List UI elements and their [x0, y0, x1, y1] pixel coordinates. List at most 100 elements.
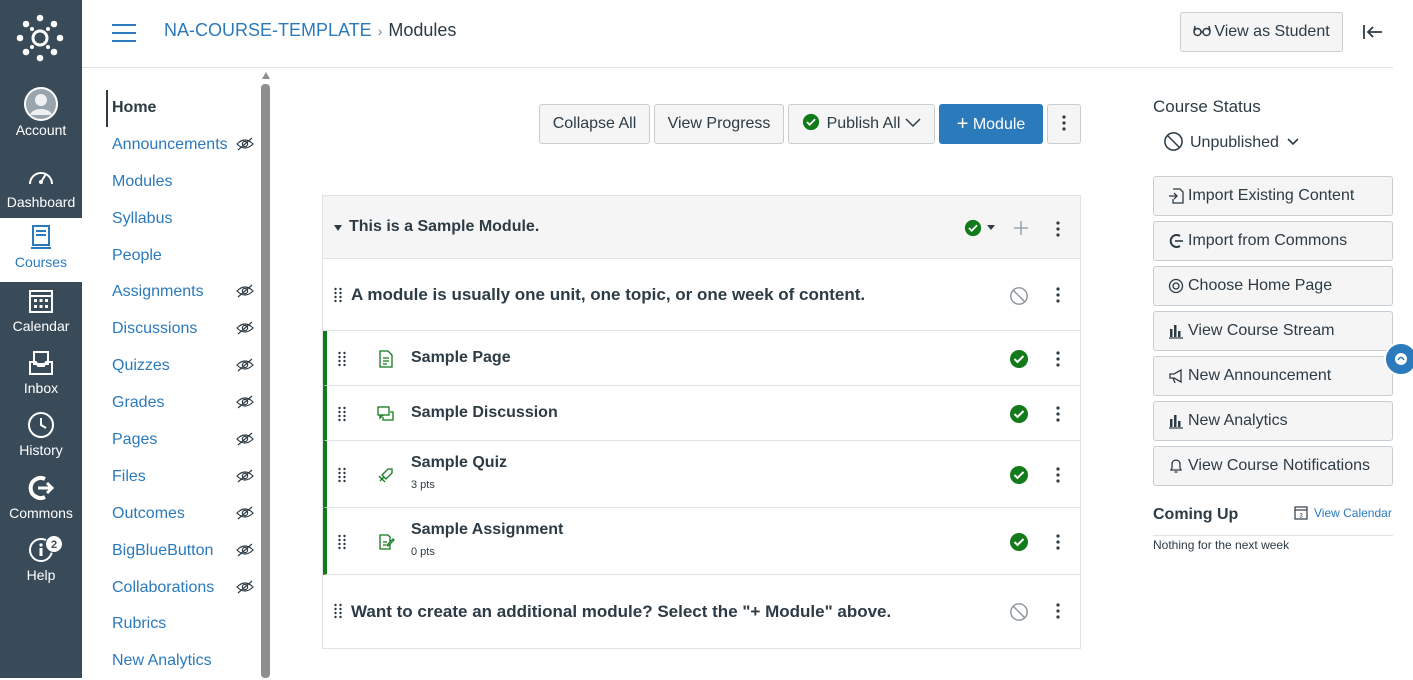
- unpublished-icon[interactable]: [1009, 602, 1029, 622]
- course-nav-item[interactable]: Files: [106, 459, 256, 496]
- history-icon: [28, 412, 54, 438]
- item-kebab-icon[interactable]: [1056, 467, 1060, 483]
- course-nav-item[interactable]: Announcements: [106, 127, 256, 164]
- drag-handle-icon[interactable]: [337, 467, 347, 483]
- publish-all-button[interactable]: Publish All: [788, 104, 935, 144]
- breadcrumb-course-link[interactable]: NA-COURSE-TEMPLATE: [164, 20, 372, 40]
- course-nav-item[interactable]: Home: [106, 90, 256, 127]
- course-nav-item[interactable]: Modules: [106, 164, 256, 201]
- module-options-button[interactable]: [1047, 104, 1081, 144]
- import-existing-content-button[interactable]: Import Existing Content: [1153, 176, 1393, 216]
- add-module-button[interactable]: + Module: [939, 104, 1043, 144]
- course-nav-item[interactable]: Pages: [106, 422, 256, 459]
- course-nav-label: Announcements: [112, 135, 228, 153]
- course-nav-label: Modules: [112, 172, 173, 190]
- module-item-title[interactable]: Sample Assignment: [411, 521, 563, 539]
- global-nav-calendar[interactable]: Calendar: [0, 286, 82, 348]
- module-header[interactable]: This is a Sample Module.: [323, 196, 1080, 259]
- view-course-notifications-button[interactable]: View Course Notifications: [1153, 446, 1393, 486]
- course-nav-item[interactable]: BigBlueButton: [106, 533, 256, 570]
- module-item-quiz[interactable]: Sample Quiz 3 pts: [323, 441, 1080, 508]
- new-analytics-button[interactable]: New Analytics: [1153, 401, 1393, 441]
- course-nav-item[interactable]: Outcomes: [106, 496, 256, 533]
- published-check-icon[interactable]: [1009, 532, 1029, 552]
- add-item-plus-icon[interactable]: [1014, 221, 1028, 235]
- course-nav-item[interactable]: Discussions: [106, 311, 256, 348]
- chevron-down-icon: [905, 118, 921, 128]
- module-item-assignment[interactable]: Sample Assignment 0 pts: [323, 508, 1080, 575]
- module-published-icon[interactable]: [964, 219, 982, 237]
- bell-icon: [1169, 459, 1183, 473]
- published-check-icon[interactable]: [1009, 349, 1029, 369]
- item-kebab-icon[interactable]: [1056, 603, 1060, 619]
- drag-handle-icon[interactable]: [337, 534, 347, 550]
- publish-all-label: Publish All: [826, 115, 901, 132]
- hamburger-menu-icon[interactable]: [112, 24, 136, 42]
- course-nav-item[interactable]: Assignments: [106, 274, 256, 311]
- published-check-icon[interactable]: [1009, 404, 1029, 424]
- global-nav-help[interactable]: 2 Help: [0, 535, 82, 597]
- coming-up-heading: Coming Up: [1153, 506, 1239, 523]
- item-kebab-icon[interactable]: [1056, 287, 1060, 303]
- module-item-title[interactable]: Sample Page: [411, 349, 511, 367]
- course-nav-label: Collaborations: [112, 578, 215, 596]
- course-nav-item[interactable]: New Analytics: [106, 643, 256, 680]
- course-nav-item[interactable]: Quizzes: [106, 348, 256, 385]
- unpublished-icon[interactable]: [1009, 286, 1029, 306]
- module-item-title[interactable]: Sample Discussion: [411, 404, 558, 422]
- course-nav-item[interactable]: People: [106, 238, 256, 275]
- course-nav-item[interactable]: Grades: [106, 385, 256, 422]
- global-nav-account[interactable]: Account: [0, 86, 82, 148]
- global-nav-dashboard[interactable]: Dashboard: [0, 162, 82, 224]
- course-nav-item[interactable]: Collaborations: [106, 570, 256, 607]
- global-nav-courses[interactable]: Courses: [0, 218, 82, 282]
- module-item-discussion[interactable]: Sample Discussion: [323, 386, 1080, 441]
- drag-handle-icon[interactable]: [337, 406, 347, 422]
- drag-handle-icon[interactable]: [337, 351, 347, 367]
- chat-launcher-button[interactable]: [1384, 342, 1413, 376]
- import-icon: [1169, 188, 1184, 204]
- global-nav-history[interactable]: History: [0, 410, 82, 472]
- course-nav-label: Rubrics: [112, 615, 167, 633]
- view-progress-button[interactable]: View Progress: [654, 104, 784, 144]
- target-icon: [1168, 278, 1184, 294]
- course-nav-item[interactable]: Syllabus: [106, 201, 256, 238]
- collapse-caret-icon[interactable]: [334, 225, 342, 231]
- global-nav-inbox[interactable]: Inbox: [0, 348, 82, 410]
- drag-handle-icon[interactable]: [333, 603, 343, 619]
- quiz-icon: [378, 468, 393, 483]
- course-status-dropdown[interactable]: Unpublished: [1163, 131, 1299, 152]
- module-item-title[interactable]: Sample Quiz: [411, 454, 507, 472]
- sidebar-button-label: Choose Home Page: [1188, 277, 1333, 294]
- collapse-sidebar-icon[interactable]: [1362, 22, 1384, 42]
- global-nav-commons[interactable]: Commons: [0, 473, 82, 535]
- course-nav-scrollbar[interactable]: [261, 84, 270, 678]
- module-item-page[interactable]: Sample Page: [323, 331, 1080, 386]
- item-kebab-icon[interactable]: [1056, 406, 1060, 422]
- glasses-icon: [1193, 25, 1212, 37]
- sidebar-button-label: Import Existing Content: [1188, 187, 1355, 204]
- hidden-eye-icon: [236, 506, 254, 520]
- scroll-up-arrow-icon[interactable]: [262, 72, 270, 79]
- published-check-icon[interactable]: [1009, 465, 1029, 485]
- course-nav-label: Pages: [112, 431, 158, 449]
- course-nav-item[interactable]: Rubrics: [106, 606, 256, 643]
- item-kebab-icon[interactable]: [1056, 351, 1060, 367]
- collapse-all-button[interactable]: Collapse All: [539, 104, 650, 144]
- courses-icon: [31, 225, 51, 249]
- view-calendar-link[interactable]: 3 View Calendar: [1294, 505, 1392, 520]
- item-kebab-icon[interactable]: [1056, 534, 1060, 550]
- hidden-eye-icon: [236, 137, 254, 151]
- choose-home-page-button[interactable]: Choose Home Page: [1153, 266, 1393, 306]
- import-from-commons-button[interactable]: Import from Commons: [1153, 221, 1393, 261]
- publish-caret-icon[interactable]: [987, 225, 995, 230]
- canvas-logo-icon[interactable]: [16, 14, 64, 62]
- calendar-icon: 3: [1294, 506, 1308, 520]
- kebab-menu-icon: [1062, 115, 1066, 131]
- view-course-stream-button[interactable]: View Course Stream: [1153, 311, 1393, 351]
- view-as-student-button[interactable]: View as Student: [1180, 12, 1343, 52]
- new-announcement-button[interactable]: New Announcement: [1153, 356, 1393, 396]
- module-kebab-icon[interactable]: [1056, 221, 1060, 237]
- inbox-icon: [29, 351, 53, 375]
- drag-handle-icon[interactable]: [333, 287, 343, 303]
